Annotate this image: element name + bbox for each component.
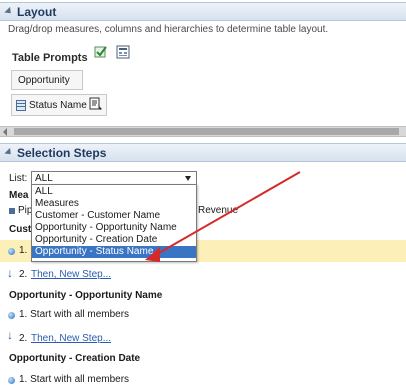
annotation-arrow <box>145 171 301 262</box>
